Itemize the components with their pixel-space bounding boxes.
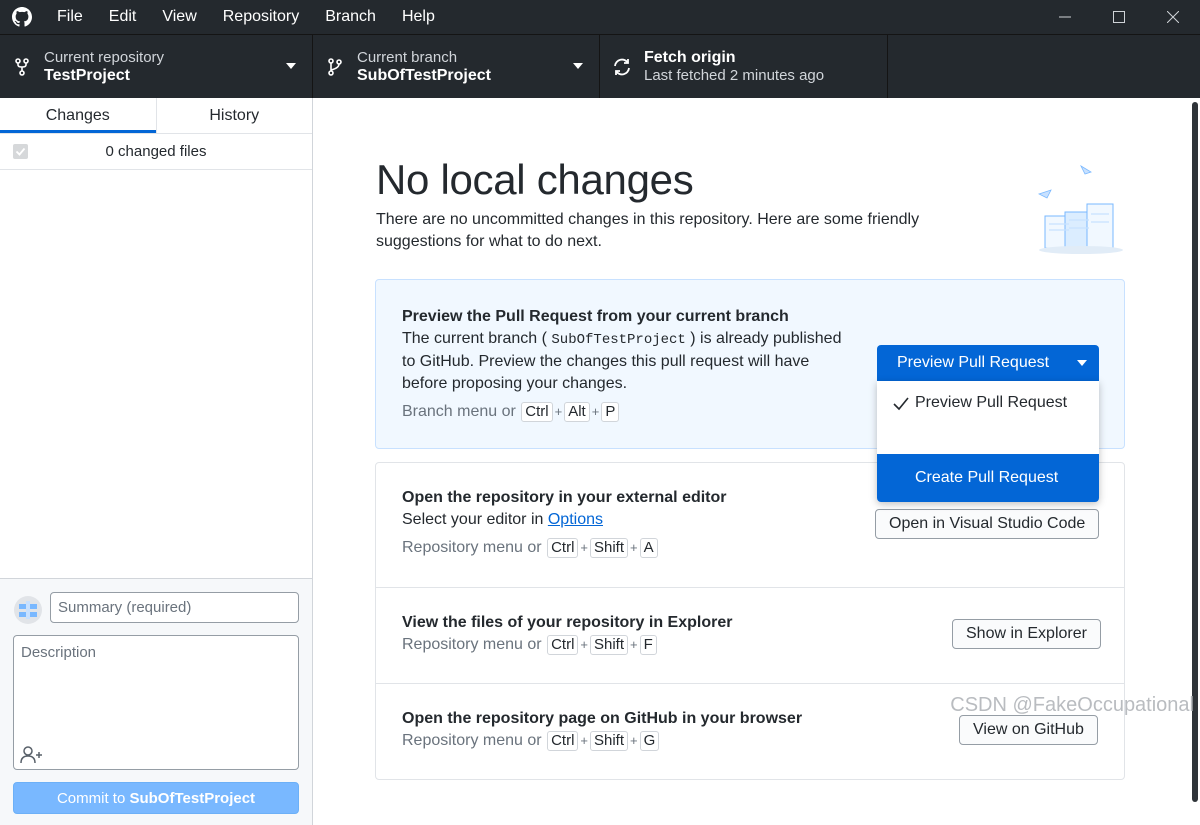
preview-pull-request-label: Preview Pull Request [897, 354, 1050, 371]
last-fetched-text: Last fetched 2 minutes ago [644, 67, 825, 84]
key-f: F [639, 635, 657, 655]
add-coauthor-icon[interactable] [20, 745, 44, 765]
plus-icon: + [580, 540, 588, 555]
pull-request-dropdown: Preview Pull Request Create Pull Request [877, 381, 1099, 502]
github-logo-icon [0, 0, 44, 34]
caret-down-icon [573, 63, 583, 69]
show-in-explorer-button[interactable]: Show in Explorer [952, 619, 1101, 649]
repo-icon [0, 58, 44, 76]
key-ctrl: Ctrl [547, 538, 579, 558]
pull-request-description: The current branch ( SubOfTestProject ) … [402, 328, 846, 395]
checkmark-icon [893, 397, 909, 411]
key-alt: Alt [564, 402, 590, 422]
tab-history[interactable]: History [155, 98, 313, 133]
menu-bar: File Edit View Repository Branch Help [44, 0, 448, 34]
commit-button-prefix: Commit to [56, 790, 126, 807]
branch-code: SubOfTestProject [551, 332, 686, 348]
fetch-origin-title: Fetch origin [644, 49, 736, 66]
options-link[interactable]: Options [548, 511, 603, 528]
caret-down-icon[interactable] [1065, 360, 1099, 366]
key-shift: Shift [590, 538, 629, 558]
check-icon [15, 147, 26, 156]
key-g: G [639, 731, 660, 751]
menu-edit[interactable]: Edit [96, 0, 150, 34]
menu-file[interactable]: File [44, 0, 96, 34]
key-shift: Shift [590, 731, 629, 751]
current-repository-name: TestProject [44, 67, 130, 84]
current-branch-dropdown[interactable]: Current branch SubOfTestProject [313, 35, 600, 99]
current-repository-dropdown[interactable]: Current repository TestProject [0, 35, 313, 99]
changed-files-header: 0 changed files [0, 134, 312, 170]
key-a: A [639, 538, 658, 558]
title-bar: File Edit View Repository Branch Help [0, 0, 1200, 34]
key-p: P [601, 402, 620, 422]
divider [376, 587, 1124, 588]
menu-repository[interactable]: Repository [210, 0, 312, 34]
changed-files-count: 0 changed files [105, 143, 207, 160]
dropdown-item-create-pull-request[interactable]: Create Pull Request [877, 454, 1099, 502]
close-button[interactable] [1146, 0, 1200, 34]
divider [376, 683, 1124, 684]
pull-request-title: Preview the Pull Request from your curre… [402, 308, 789, 325]
summary-input[interactable] [50, 592, 299, 623]
dropdown-item-preview-pull-request[interactable]: Preview Pull Request [877, 391, 1099, 441]
branch-icon [313, 58, 357, 76]
view-on-github-button[interactable]: View on GitHub [959, 715, 1098, 745]
menu-view[interactable]: View [149, 0, 209, 34]
caret-down-icon [286, 63, 296, 69]
watermark: CSDN @FakeOccupational [950, 694, 1194, 716]
menu-branch[interactable]: Branch [312, 0, 389, 34]
description-input[interactable] [14, 636, 298, 746]
key-ctrl: Ctrl [547, 635, 579, 655]
avatar [14, 596, 42, 624]
plus-icon: + [630, 637, 638, 652]
commit-button[interactable]: Commit to SubOfTestProject [13, 782, 299, 814]
preview-pull-request-button[interactable]: Preview Pull Request [877, 345, 1099, 381]
sidebar: Changes History 0 changed files Com [0, 98, 313, 825]
sidebar-tabs: Changes History [0, 98, 312, 134]
commit-message-area: Commit to SubOfTestProject [0, 578, 312, 825]
plus-icon: + [630, 733, 638, 748]
plus-icon: + [580, 733, 588, 748]
tab-changes[interactable]: Changes [0, 98, 156, 133]
commit-button-branch: SubOfTestProject [129, 790, 256, 807]
description-box [13, 635, 299, 770]
shortcut-hint-text: Repository menu or [402, 732, 542, 749]
plus-icon: + [630, 540, 638, 555]
pull-request-shortcut: Branch menu or Ctrl + Alt + P [402, 401, 846, 423]
maximize-icon [1113, 11, 1125, 23]
pull-request-description-start: The current branch ( [402, 330, 547, 347]
maximize-button[interactable] [1092, 0, 1146, 34]
minimize-icon [1059, 16, 1071, 18]
key-ctrl: Ctrl [521, 402, 553, 422]
empty-state-illustration-icon [1031, 158, 1131, 258]
window-controls [1038, 0, 1200, 34]
plus-icon: + [591, 404, 600, 419]
shortcut-hint-text: Repository menu or [402, 539, 542, 556]
page-subtitle: There are no uncommitted changes in this… [376, 211, 920, 250]
plus-icon: + [580, 637, 588, 652]
plus-icon: + [554, 404, 563, 419]
suggestions-card: Open the repository in your external edi… [375, 462, 1125, 780]
fetch-origin-button[interactable]: Fetch origin Last fetched 2 minutes ago [600, 35, 888, 99]
key-ctrl: Ctrl [547, 731, 579, 751]
dropdown-item-label: Preview Pull Request [915, 394, 1068, 411]
key-shift: Shift [590, 635, 629, 655]
page-title: No local changes [376, 156, 694, 203]
editor-shortcut: Repository menu or Ctrl + Shift + A [402, 537, 1124, 559]
current-branch-name: SubOfTestProject [357, 67, 491, 84]
sync-icon [600, 57, 644, 77]
select-all-checkbox[interactable] [13, 144, 28, 159]
menu-help[interactable]: Help [389, 0, 448, 34]
current-repository-label: Current repository [44, 49, 165, 66]
minimize-button[interactable] [1038, 0, 1092, 34]
close-icon [1167, 11, 1179, 23]
open-in-vscode-button[interactable]: Open in Visual Studio Code [875, 509, 1100, 539]
shortcut-hint-text: Branch menu or [402, 403, 516, 420]
toolbar: Current repository TestProject Current b… [0, 34, 1200, 99]
current-branch-label: Current branch [357, 49, 458, 66]
shortcut-hint-text: Repository menu or [402, 636, 542, 653]
editor-description-text: Select your editor in [402, 511, 544, 528]
